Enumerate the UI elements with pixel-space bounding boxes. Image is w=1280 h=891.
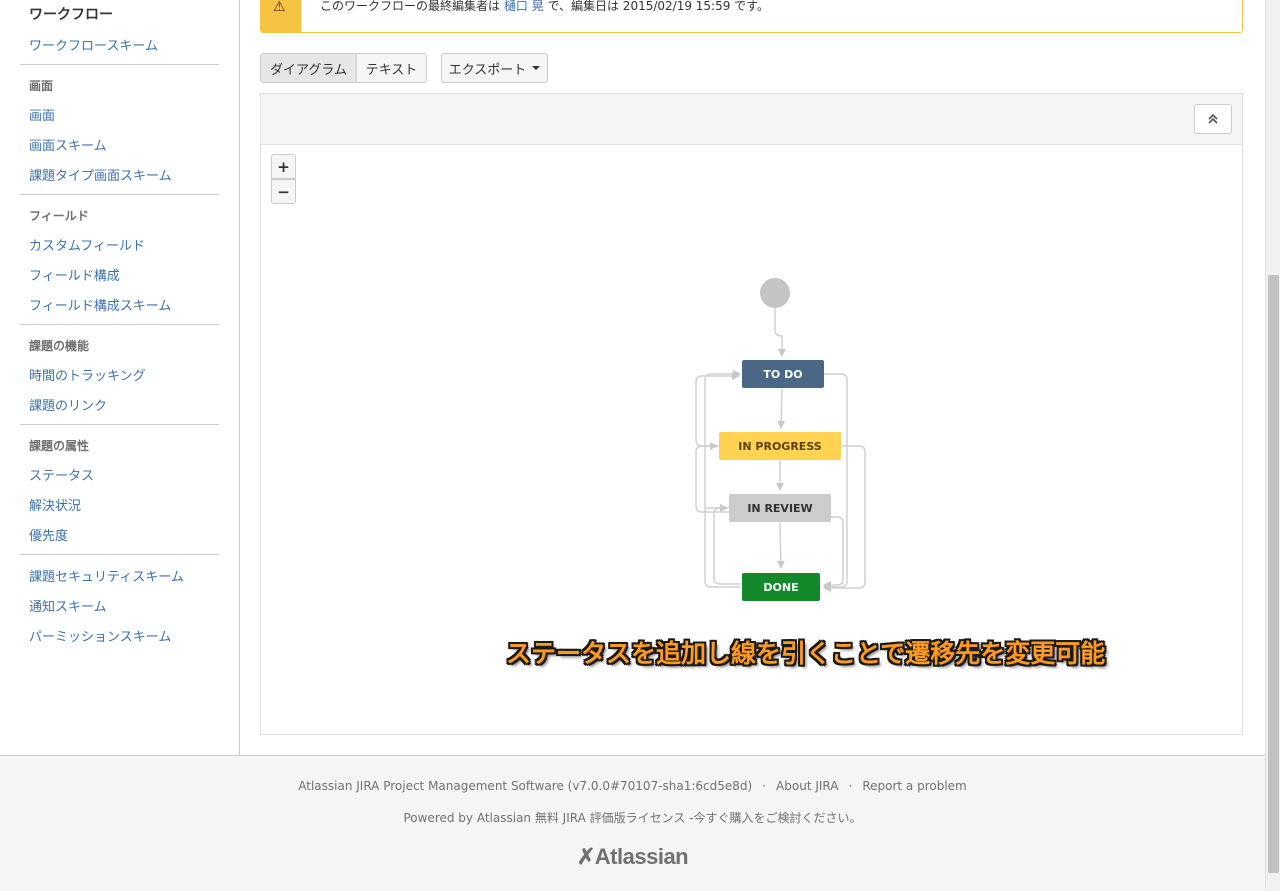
sidebar-item-issue-security-schemes[interactable]: 課題セキュリティスキーム — [29, 566, 184, 585]
about-jira-link[interactable]: About JIRA — [776, 779, 838, 793]
status-in-review[interactable]: IN REVIEW — [729, 494, 831, 522]
sidebar-heading-issue-attributes: 課題の属性 — [29, 439, 90, 453]
status-todo[interactable]: TO DO — [742, 360, 824, 388]
last-edited-warning: ⚠ このワークフローの最終編集者は 樋口 晃 で、編集日は 2015/02/19… — [260, 0, 1243, 33]
footer-license-line: Powered by Atlassian 無料 JIRA 評価版ライセンス -今… — [403, 811, 862, 825]
scrollbar-thumb[interactable] — [1268, 275, 1279, 873]
workflow-diagram-panel: + − TO DO IN PROGRESS IN REVIEW DONE ステー… — [260, 93, 1243, 735]
sidebar-item-field-configuration-schemes[interactable]: フィールド構成スキーム — [29, 295, 171, 314]
sidebar-item-screen-schemes[interactable]: 画面スキーム — [29, 135, 107, 154]
transition-inreview-done-loop — [823, 516, 844, 589]
warning-icon: ⚠ — [273, 0, 286, 15]
status-in-progress[interactable]: IN PROGRESS — [719, 432, 841, 460]
page: ワークフロー ワークフロースキーム 画面 画面 画面スキーム 課題タイプ画面スキ… — [0, 0, 1280, 891]
sidebar-item-statuses[interactable]: ステータス — [29, 465, 94, 484]
warning-text: このワークフローの最終編集者は 樋口 晃 で、編集日は 2015/02/19 1… — [320, 0, 769, 14]
atlassian-logo[interactable]: ✗Atlassian — [0, 844, 1265, 870]
export-dropdown-button[interactable]: エクスポート — [441, 53, 548, 83]
sidebar-divider — [20, 194, 219, 195]
footer-software-version: Atlassian JIRA Project Management Softwa… — [298, 779, 753, 793]
status-done-label: DONE — [763, 580, 799, 594]
sidebar-divider — [20, 64, 219, 65]
admin-sidebar: ワークフロー ワークフロースキーム 画面 画面 画面スキーム 課題タイプ画面スキ… — [0, 0, 240, 755]
editor-link[interactable]: 樋口 晃 — [504, 0, 544, 13]
export-label: エクスポート — [448, 62, 527, 78]
footer-separator: · — [848, 779, 853, 793]
caret-down-icon — [532, 66, 541, 70]
atlassian-logo-icon: ✗ — [576, 844, 595, 869]
sidebar-heading-screens: 画面 — [29, 79, 54, 93]
text-view-button[interactable]: テキスト — [356, 53, 427, 83]
sidebar-heading-fields: フィールド — [29, 209, 89, 223]
footer-info-line: Atlassian JIRA Project Management Softwa… — [0, 779, 1265, 793]
sidebar-heading-issue-features: 課題の機能 — [29, 339, 90, 353]
transition-todo-inprogress — [777, 388, 786, 429]
annotation-caption: ステータスを追加し線を引くことで遷移先を変更可能 — [506, 639, 1106, 668]
sidebar-item-notification-schemes[interactable]: 通知スキーム — [29, 596, 107, 615]
sidebar-item-resolutions[interactable]: 解決状況 — [29, 495, 81, 514]
diagram-view-button[interactable]: ダイアグラム — [260, 53, 357, 83]
footer-separator: · — [762, 779, 767, 793]
atlassian-logo-text: Atlassian — [594, 844, 689, 869]
transition-done-todo — [704, 370, 741, 588]
status-done[interactable]: DONE — [742, 573, 820, 601]
sidebar-item-issue-linking[interactable]: 課題のリンク — [29, 395, 107, 414]
sidebar-divider — [20, 424, 219, 425]
start-node — [760, 278, 790, 308]
sidebar-divider — [20, 554, 219, 555]
sidebar-item-field-configurations[interactable]: フィールド構成 — [29, 265, 120, 284]
footer: Atlassian JIRA Project Management Softwa… — [0, 755, 1265, 891]
status-todo-label: TO DO — [763, 367, 803, 381]
sidebar-item-issue-type-screen-schemes[interactable]: 課題タイプ画面スキーム — [29, 165, 172, 184]
vertical-scrollbar[interactable] — [1265, 0, 1280, 891]
sidebar-item-custom-fields[interactable]: カスタムフィールド — [29, 235, 145, 254]
transition-inreview-done — [776, 522, 785, 569]
sidebar-item-permission-schemes[interactable]: パーミッションスキーム — [29, 626, 171, 645]
status-in-review-label: IN REVIEW — [747, 501, 813, 515]
transition-start-todo — [774, 308, 786, 357]
warning-text-prefix: このワークフローの最終編集者は — [320, 0, 504, 13]
sidebar-item-time-tracking[interactable]: 時間のトラッキング — [29, 365, 146, 384]
sidebar-title: ワークフロー — [29, 7, 113, 23]
sidebar-item-workflow-scheme[interactable]: ワークフロースキーム — [29, 35, 158, 54]
sidebar-item-priorities[interactable]: 優先度 — [29, 525, 68, 544]
warning-text-suffix: で、編集日は 2015/02/19 15:59 です。 — [543, 0, 769, 13]
status-in-progress-label: IN PROGRESS — [738, 439, 822, 453]
sidebar-divider — [20, 324, 219, 325]
sidebar-item-screens[interactable]: 画面 — [29, 105, 55, 124]
report-problem-link[interactable]: Report a problem — [862, 779, 966, 793]
